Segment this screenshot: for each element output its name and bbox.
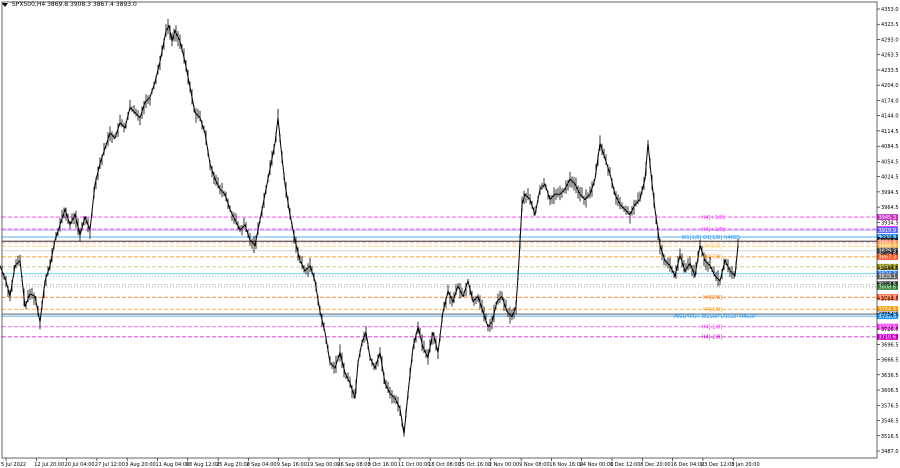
time-tick-label: 3 Oct 16:00 [368,462,397,468]
price-tick-label: 3576.5 [881,403,899,409]
axes: 4353.0 4323.5 4293.0 4263.5 4233.5 4204.0 4174… [1,1,899,468]
chart-header: SPX500,H4 3869.8 3908.3 3867.4 3893.0 [2,1,137,8]
time-tick-label: 24 Nov 00:00 [580,462,614,468]
price-chart[interactable]: H4[+2/8]3945.3H4[+1/8]3921.93919.9W1[1/8… [0,0,900,468]
price-tick-label: 3994.5 [881,190,899,196]
price-tick-label: 3784.5 [881,297,899,303]
price-tick-label: 3636.5 [881,373,899,379]
price-tick-label: 4054.5 [881,159,899,165]
price-tick-label: 4084.5 [881,144,899,150]
time-tick-label: 26 Sep 08:00 [337,462,370,468]
time-tick-label: 20 Jul 04:00 [65,462,95,468]
time-tick-label: 9 Nov 08:00 [519,462,550,468]
price-tick-label: 4174.0 [881,98,899,104]
time-tick-label: 8 Dec 20:00 [640,462,670,468]
time-tick-label: 19 Sep 00:00 [307,462,340,468]
time-tick-label: 18 Aug 12:00 [186,462,220,468]
time-tick-label: 12 Jul 20:00 [34,462,64,468]
price-tick-label: 3874.5 [881,251,899,257]
price-tick-label: 3726.5 [881,327,899,333]
time-tick-label: 18 Oct 08:00 [428,462,461,468]
chart-window[interactable]: H4[+2/8]3945.3H4[+1/8]3921.93919.9W1[1/8… [0,0,900,468]
price-tick-label: 4233.5 [881,68,899,74]
price-tick-label: 3666.5 [881,358,899,364]
price-tick-label: 4114.5 [881,129,899,135]
time-tick-label: 3 Jan 20:00 [731,462,759,468]
price-tick-label: 4293.0 [881,37,899,43]
level-label: H4[7/8] [703,255,722,261]
level-label: H4[+1/8] [702,227,725,233]
menu-triangle-icon[interactable] [2,2,8,7]
price-tick-label: 4353.0 [881,7,899,13]
time-tick-label: 25 Aug 20:00 [216,462,250,468]
price-tick-label: 3696.5 [881,342,899,348]
price-tick-label: 4024.5 [881,175,899,181]
level-label: W1[1/8] D1[1/8] H4RES [681,235,740,241]
price-tick-label: 3487.0 [881,449,899,455]
time-tick-label: 9 Sep 16:00 [277,462,307,468]
time-tick-label: 5 Jul 2022 [1,462,26,468]
level-price-value: 3710.6 [879,335,897,341]
price-tick-label: 3904.5 [881,236,899,242]
level-label: H4[-2/8] [702,335,723,341]
level-price-value: 3829.1 [879,274,897,280]
level-label: H4[1/8] [703,307,722,313]
price-tick-label: 3844.5 [881,266,899,272]
price-tick-label: 3546.5 [881,419,899,425]
price-tick-label: 3964.5 [881,205,899,211]
price-tick-label: 4144.0 [881,114,899,120]
price-tick-label: 3606.5 [881,388,899,394]
time-tick-label: 2 Sep 04:00 [246,462,276,468]
level-label: H4[8/8] [703,244,722,250]
time-tick-label: 16 Nov 16:00 [549,462,583,468]
level-label: H4[+2/8] [702,215,725,221]
symbol-label: SPX500,H4 [11,1,46,8]
price-tick-label: 3754.5 [881,312,899,318]
time-tick-label: 25 Oct 16:00 [459,462,492,468]
level-label: MN1PIVOT W1SUP D1SUP H4SUP [674,314,756,320]
price-tick-label: 4204.0 [881,83,899,89]
price-tick-label: 3814.5 [881,281,899,287]
time-tick-label: 2 Nov 00:00 [489,462,520,468]
price-tick-label: 3516.5 [881,434,899,440]
price-tick-label: 4263.5 [881,53,899,59]
ohlc-readout: 3869.8 3908.3 3867.4 3893.0 [47,1,137,8]
time-tick-label: 27 Jul 12:00 [95,462,125,468]
price-series [0,19,739,437]
time-tick-label: 23 Dec 12:00 [701,462,735,468]
level-label: H4[2/8] [703,295,722,301]
time-tick-label: 16 Dec 04:00 [671,462,705,468]
level-line-labels: H4[+2/8]3945.3H4[+1/8]3921.93919.9W1[1/8… [674,214,899,341]
price-tick-label: 4323.5 [881,22,899,28]
level-price-value: 3919.9 [879,228,897,234]
time-tick-label: 3 Aug 20:00 [125,462,156,468]
time-tick-label: 1 Dec 12:00 [610,462,640,468]
level-label: H4[-1/8] [702,325,723,331]
time-tick-label: 11 Aug 04:00 [156,462,190,468]
time-tick-label: 11 Oct 00:00 [398,462,431,468]
price-tick-label: 3934.5 [881,220,899,226]
